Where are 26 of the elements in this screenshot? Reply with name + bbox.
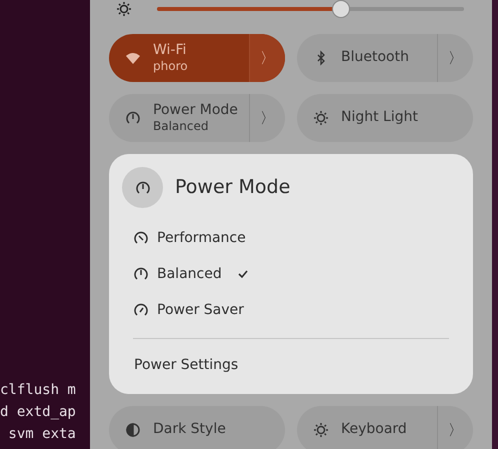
toggle-tile[interactable]: Power Mode Balanced 〉	[109, 94, 285, 142]
tile-label: Keyboard	[341, 421, 407, 439]
expand-button[interactable]: 〉	[437, 406, 473, 449]
tile-subtitle: phoro	[153, 59, 188, 74]
toggle-tile[interactable]: Dark Style	[109, 406, 285, 449]
tile-label: Dark Style	[153, 421, 226, 439]
menu-item[interactable]: Power Saver	[133, 292, 460, 328]
expand-button[interactable]: 〉	[249, 34, 285, 82]
toggle-tile[interactable]: Bluetooth 〉	[297, 34, 473, 82]
expand-button[interactable]: 〉	[437, 34, 473, 82]
tile-label: Bluetooth	[341, 49, 409, 67]
tile-label: Wi-Fi	[153, 42, 188, 60]
menu-item[interactable]: Balanced	[133, 256, 460, 292]
toggle-tile[interactable]: Keyboard 〉	[297, 406, 473, 449]
tile-label: Night Light	[341, 109, 418, 127]
toggle-tile[interactable]: Night Light	[297, 94, 473, 142]
terminal-line: clflush m	[0, 381, 77, 400]
power-settings-link[interactable]: Power Settings	[122, 355, 238, 376]
terminal-line: svm exta	[7, 425, 77, 444]
tile-label: Power Mode	[153, 102, 238, 120]
menu-title: Power Mode	[175, 175, 290, 200]
terminal-line: d extd_ap	[0, 403, 77, 422]
menu-item[interactable]: Performance	[133, 220, 460, 256]
toggle-tile[interactable]: Wi-Fi phoro 〉	[109, 34, 285, 82]
tile-subtitle: Balanced	[153, 119, 210, 134]
expand-button[interactable]: 〉	[249, 94, 285, 142]
